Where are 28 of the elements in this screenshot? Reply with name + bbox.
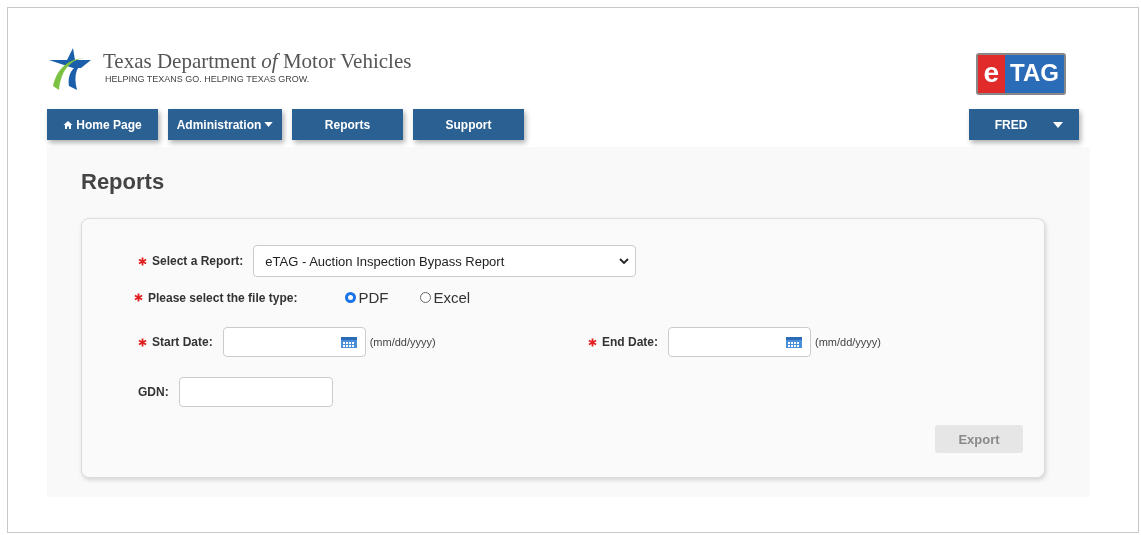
home-icon: [63, 119, 74, 130]
caret-icon: [1053, 121, 1064, 128]
date-field[interactable]: [222, 327, 366, 357]
agency-name: Texas Department of Motor Vehicles: [103, 48, 412, 74]
nav-button[interactable]: Home Page: [47, 109, 158, 140]
caret-icon: [264, 122, 274, 127]
tagline: HELPING TEXANS GO. HELPING TEXAS GROW.: [105, 73, 311, 84]
nav-button[interactable]: Reports: [292, 109, 403, 140]
nav-button[interactable]: Administration: [168, 109, 282, 140]
date-format-hint: (mm/dd/yyyy): [815, 336, 881, 348]
field-label: Start Date:: [152, 335, 213, 349]
radio-option[interactable]: Excel: [420, 289, 471, 306]
field-label: GDN:: [138, 385, 169, 399]
field-label: Select a Report:: [152, 254, 244, 268]
etag-logo: e TAG: [975, 53, 1066, 95]
user-menu-button[interactable]: FRED: [969, 109, 1079, 140]
field-label: End Date:: [602, 335, 658, 349]
report-select[interactable]: eTAG - Auction Inspection Bypass Report: [253, 245, 637, 277]
page-title: Reports: [81, 169, 166, 195]
date-field[interactable]: [668, 327, 811, 357]
nav-button[interactable]: Support: [413, 109, 524, 140]
gdn-field[interactable]: [178, 377, 333, 407]
field-label: Please select the file type:: [148, 290, 298, 305]
chevron-icon: [619, 258, 630, 264]
calendar-icon: [339, 335, 358, 349]
radio-option[interactable]: PDF: [345, 289, 389, 306]
calendar-icon: [785, 335, 803, 349]
date-format-hint: (mm/dd/yyyy): [369, 336, 436, 348]
